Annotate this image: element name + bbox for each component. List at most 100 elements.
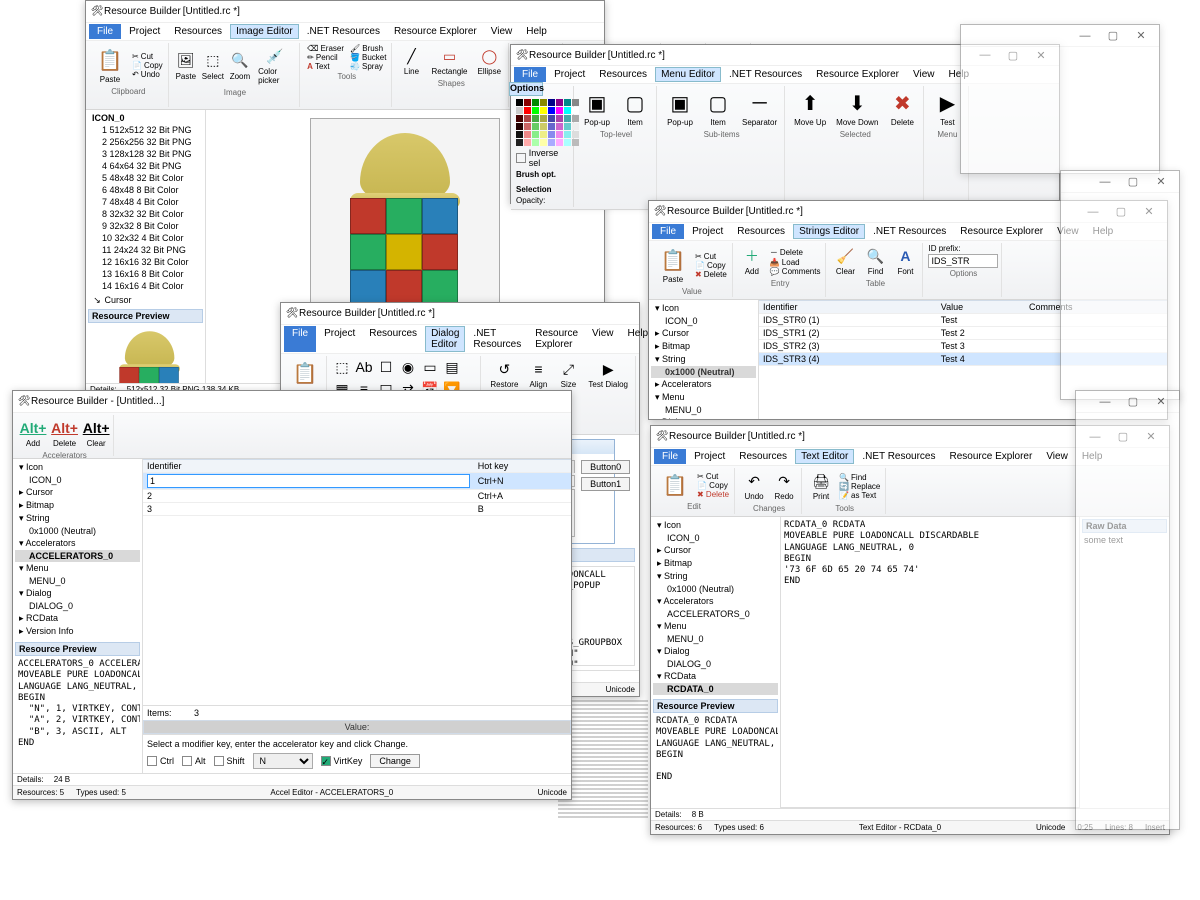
menu-resources[interactable]: Resources [168,24,228,39]
font-button[interactable]: AFont [891,244,919,278]
clear-button[interactable]: 🧹Clear [831,244,859,278]
tree-item[interactable]: 1 512x512 32 Bit PNG [88,124,203,136]
tree-item[interactable]: 5 48x48 32 Bit Color [88,172,203,184]
paste-button[interactable]: 📋Paste [655,244,691,286]
window-accel-editor: 🛠Resource Builder - [Untitled...] Alt+Ad… [12,390,572,800]
menu-image-editor[interactable]: Image Editor [230,24,299,39]
app-icon: 🛠 [515,48,529,62]
line-button[interactable]: ╱Line [397,44,425,78]
tree-item[interactable]: 6 48x48 8 Bit Color [88,184,203,196]
palette-grid[interactable] [516,99,571,146]
find-button[interactable]: 🔍Find [861,244,889,278]
button1[interactable]: Button1 [581,477,630,491]
delete-button[interactable]: Alt+Delete [49,416,80,450]
bucket-button[interactable]: 🪣Bucket [348,53,388,62]
tree-item[interactable]: 9 32x32 8 Bit Color [88,220,203,232]
menu-resource-explorer[interactable]: Resource Explorer [388,24,483,39]
restore-button[interactable]: ↺Restore [486,357,522,391]
clear-icon: Alt+ [86,418,106,438]
tree-item[interactable]: 4 64x64 32 Bit PNG [88,160,203,172]
table-row[interactable]: 2Ctrl+A [143,490,571,503]
copy-button[interactable]: 📄Copy [130,61,165,70]
tree-item[interactable]: 14 16x16 4 Bit Color [88,280,203,292]
rc-preview-code: RCDATA_0 RCDATA MOVEABLE PURE LOADONCALL… [653,713,778,793]
key-select[interactable]: N [253,753,313,769]
colorpicker-button[interactable]: 💉Color picker [254,44,296,87]
print-button[interactable]: 🖨Print [807,469,835,503]
tree-item[interactable]: 3 128x128 32 Bit PNG [88,148,203,160]
cut-button[interactable]: ✂Cut [130,52,165,61]
clear-button[interactable]: Alt+Clear [82,416,110,450]
change-button[interactable]: Change [370,754,420,768]
menu-file[interactable]: File [89,24,121,39]
paste-button[interactable]: 📋Paste [92,44,128,86]
ctrl-icon[interactable]: ☐ [376,357,396,377]
movedown-button[interactable]: ⬇Move Down [832,87,882,129]
clear-icon: 🧹 [835,246,855,266]
undo-button[interactable]: ↶Undo [130,70,165,79]
menu-project[interactable]: Project [123,24,166,39]
sub-item-button[interactable]: ▢Item [700,87,736,129]
spray-button[interactable]: 💨Spray [348,62,388,71]
table-row[interactable]: 3B [143,503,571,516]
item-icon: ▢ [621,89,649,117]
inverse-check[interactable]: Inverse sel [516,148,571,168]
text-button[interactable]: AText [305,62,346,71]
tree-item[interactable]: 8 32x32 32 Bit Color [88,208,203,220]
code-editor[interactable]: RCDATA_0 RCDATA MOVEABLE PURE LOADONCALL… [781,517,1079,808]
id-input[interactable] [147,474,470,488]
redo-button[interactable]: ↷Redo [770,469,798,503]
toplevel-item-button[interactable]: ▢Item [617,87,653,129]
size-button[interactable]: ⤢Size [554,357,582,391]
id-prefix-input[interactable] [928,254,998,268]
test-dialog-button[interactable]: ▶Test Dialog [584,357,632,391]
arrow-down-icon: ⬇ [843,89,871,117]
alt-check[interactable]: Alt [182,756,206,766]
table-row-selected[interactable]: Ctrl+N [143,473,571,490]
eraser-button[interactable]: ⌫Eraser [305,44,346,53]
paste-button[interactable]: 📋 [657,469,693,501]
tree-item[interactable]: 11 24x24 32 Bit PNG [88,244,203,256]
menu-view[interactable]: View [485,24,519,39]
ellipse-button[interactable]: ◯Ellipse [474,44,506,78]
tree-item[interactable]: 12 16x16 32 Bit Color [88,256,203,268]
shift-check[interactable]: Shift [214,756,245,766]
ctrl-icon[interactable]: ⬚ [332,357,352,377]
ctrl-icon[interactable]: Ab [354,357,374,377]
undo-button[interactable]: ↶Undo [740,469,768,503]
add-button[interactable]: ＋Add [738,244,766,278]
text-icon: 📝 [839,491,849,500]
tree-root[interactable]: ICON_0 [88,112,203,124]
tree-selected[interactable]: 0x1000 (Neutral) [651,366,756,378]
search-icon: 🔍 [865,246,885,266]
menu-help[interactable]: Help [520,24,553,39]
separator-button[interactable]: ─Separator [738,87,781,129]
moveup-button[interactable]: ⬆Move Up [790,87,830,129]
menu-net-resources[interactable]: .NET Resources [301,24,386,39]
align-button[interactable]: ≡Align [524,357,552,391]
paste-button[interactable]: 📋 [287,357,323,389]
button0[interactable]: Button0 [581,460,630,474]
print-icon: 🖨 [811,471,831,491]
options-tab[interactable]: Options [509,82,543,96]
select-button[interactable]: ⬚Select [200,49,226,83]
virtkey-check[interactable]: ✓VirtKey [321,756,363,766]
tree-item[interactable]: 13 16x16 8 Bit Color [88,268,203,280]
sub-popup-button[interactable]: ▣Pop-up [662,87,698,129]
tree-item[interactable]: 2 256x256 32 Bit PNG [88,136,203,148]
ctrl-icon[interactable]: ◉ [398,357,418,377]
zoom-button[interactable]: 🔍Zoom [228,49,252,83]
paste-img-button[interactable]: 🖼Paste [174,49,198,83]
add-button[interactable]: Alt+Add [19,416,47,450]
ctrl-icon[interactable]: ▭ [420,357,440,377]
app-icon: 🛠 [90,5,104,19]
delete-button[interactable]: ✖Delete [884,87,920,129]
ctrl-check[interactable]: Ctrl [147,756,174,766]
pencil-button[interactable]: ✏Pencil [305,53,346,62]
tree-item[interactable]: 7 48x48 4 Bit Color [88,196,203,208]
ctrl-icon[interactable]: ▤ [442,357,462,377]
brush-button[interactable]: 🖌Brush [348,44,388,53]
tree-item[interactable]: 10 32x32 4 Bit Color [88,232,203,244]
toplevel-popup-button[interactable]: ▣Pop-up [579,87,615,129]
rect-button[interactable]: ▭Rectangle [427,44,471,78]
